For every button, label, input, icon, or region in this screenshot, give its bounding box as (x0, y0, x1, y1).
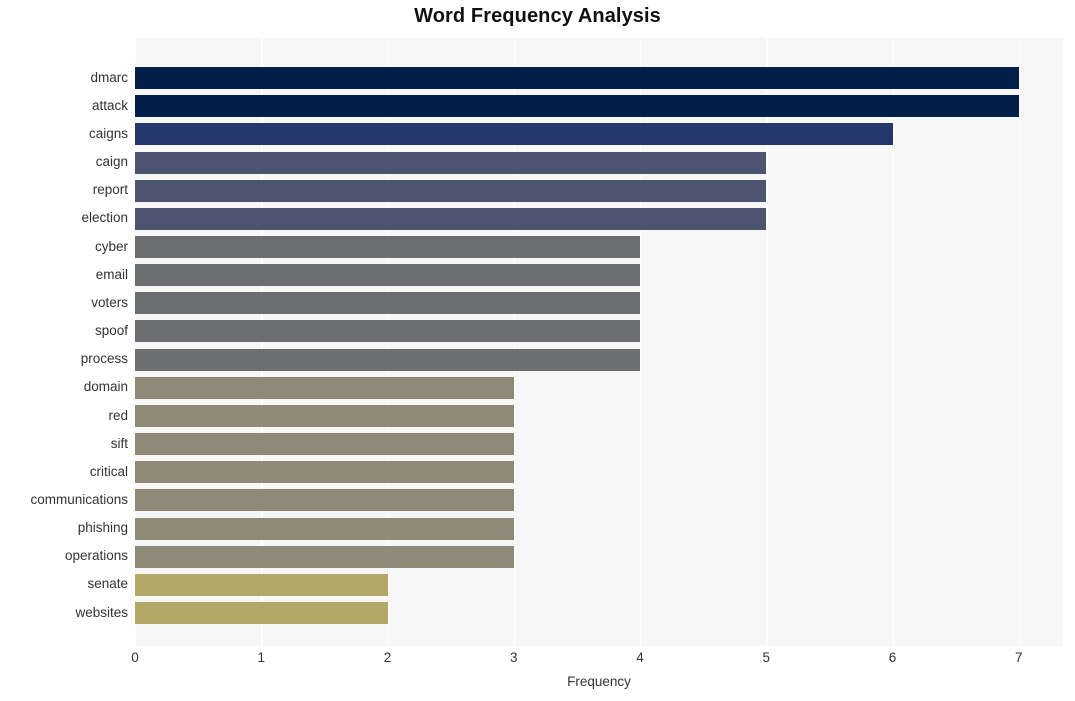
bar-websites (135, 601, 388, 624)
y-tick-label-senate: senate (87, 576, 128, 592)
bar-sift (135, 433, 514, 456)
bar-voters (135, 292, 641, 315)
x-tick-label-3: 3 (510, 650, 518, 665)
bar-email (135, 264, 641, 287)
y-tick-label-red: red (108, 407, 128, 423)
bar-spoof (135, 320, 641, 343)
x-tick-label-1: 1 (257, 650, 265, 665)
y-tick-label-process: process (80, 351, 128, 367)
x-axis-tick-labels: 0 1 2 3 4 5 6 7 (0, 650, 1075, 672)
bar-process (135, 348, 641, 371)
bar-election (135, 207, 767, 230)
bar-row (135, 459, 1063, 485)
bar-row (135, 543, 1063, 569)
y-tick-label-report: report (92, 182, 128, 198)
bar-row (135, 374, 1063, 400)
y-tick-label-operations: operations (64, 548, 128, 564)
bar-row (135, 93, 1063, 119)
bar-row (135, 177, 1063, 203)
bar-operations (135, 545, 514, 568)
y-tick-label-email: email (95, 266, 128, 282)
y-tick-label-spoof: spoof (94, 323, 128, 339)
bar-row (135, 234, 1063, 260)
bar-caigns (135, 123, 893, 146)
y-tick-label-critical: critical (89, 463, 128, 479)
bar-row (135, 571, 1063, 597)
y-tick-label-cyber: cyber (94, 238, 128, 254)
y-tick-label-domain: domain (83, 379, 128, 395)
bar-row (135, 290, 1063, 316)
y-tick-label-caign: caign (95, 154, 128, 170)
bar-row (135, 65, 1063, 91)
x-tick-label-7: 7 (1015, 650, 1023, 665)
y-tick-label-phishing: phishing (77, 520, 128, 536)
bar-row (135, 205, 1063, 231)
y-tick-label-dmarc: dmarc (90, 69, 128, 85)
y-tick-label-attack: attack (91, 97, 128, 113)
plot-area (135, 38, 1063, 646)
bar-cyber (135, 236, 641, 259)
bar-attack (135, 95, 1019, 118)
y-tick-label-sift: sift (110, 435, 128, 451)
bar-row (135, 318, 1063, 344)
bar-row (135, 403, 1063, 429)
bar-row (135, 149, 1063, 175)
bar-caign (135, 151, 767, 174)
x-tick-label-0: 0 (131, 650, 139, 665)
bar-phishing (135, 517, 514, 540)
bar-row (135, 262, 1063, 288)
bar-senate (135, 573, 388, 596)
x-tick-label-2: 2 (383, 650, 392, 665)
bar-row (135, 346, 1063, 372)
y-tick-label-election: election (81, 210, 128, 226)
bar-critical (135, 461, 514, 484)
bar-row (135, 487, 1063, 513)
y-tick-label-caigns: caigns (88, 126, 128, 142)
bar-row (135, 121, 1063, 147)
bar-dmarc (135, 67, 1019, 90)
bar-row (135, 515, 1063, 541)
bar-row (135, 431, 1063, 457)
word-frequency-chart: Word Frequency Analysis dmarc attack caign… (0, 0, 1075, 701)
y-axis-tick-labels: dmarc attack caigns caign report election cybe… (0, 38, 128, 646)
x-axis-title: Frequency (567, 674, 631, 689)
x-tick-label-6: 6 (888, 650, 897, 665)
x-tick-label-4: 4 (636, 650, 644, 665)
y-tick-label-communications: communications (30, 491, 128, 507)
bar-domain (135, 376, 514, 399)
bar-red (135, 404, 514, 427)
bar-row (135, 600, 1063, 626)
bar-series (135, 38, 1063, 646)
chart-title: Word Frequency Analysis (414, 5, 661, 27)
y-tick-label-websites: websites (75, 604, 128, 620)
bar-communications (135, 489, 514, 512)
y-tick-label-voters: voters (91, 294, 128, 310)
x-tick-label-5: 5 (762, 650, 771, 665)
bar-report (135, 179, 767, 202)
